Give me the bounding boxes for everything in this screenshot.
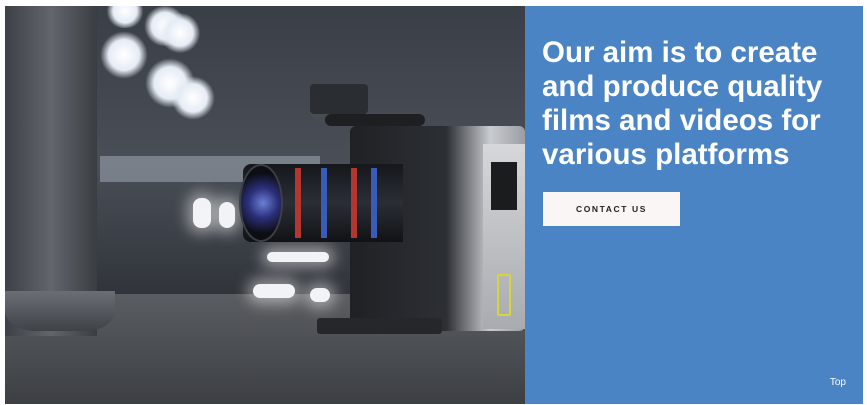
lens-ring <box>371 168 377 238</box>
camera-logo-mark <box>497 274 511 316</box>
photo-pillar <box>5 6 97 336</box>
photo-background-light <box>253 284 295 298</box>
camera-handle <box>325 114 425 126</box>
camera-monitor <box>310 84 368 118</box>
photo-ceiling-light <box>160 12 200 54</box>
photo-ceiling-light <box>171 76 215 120</box>
camera-rig-plate <box>317 318 442 334</box>
camera-side-panel <box>483 144 525 329</box>
photo-pillar-base <box>5 291 115 331</box>
back-to-top-link[interactable]: Top <box>830 377 846 388</box>
lens-ring <box>351 168 357 238</box>
photo-background-light <box>193 198 211 228</box>
lens-ring <box>295 168 301 238</box>
intro-panel: Our aim is to create and produce quality… <box>525 6 863 404</box>
photo-background-light <box>219 202 235 228</box>
photo-background-light <box>310 288 330 302</box>
lens-glass <box>241 166 281 240</box>
camera-photo <box>5 6 525 404</box>
hero-headline: Our aim is to create and produce quality… <box>542 36 823 171</box>
photo-ceiling-light <box>100 31 148 79</box>
contact-us-button[interactable]: CONTACT US <box>543 192 680 226</box>
photo-background-light <box>267 252 329 262</box>
camera-vent <box>491 162 517 210</box>
photo-ceiling-light <box>105 6 145 28</box>
lens-ring <box>321 168 327 238</box>
hero-section: Our aim is to create and produce quality… <box>5 6 863 404</box>
